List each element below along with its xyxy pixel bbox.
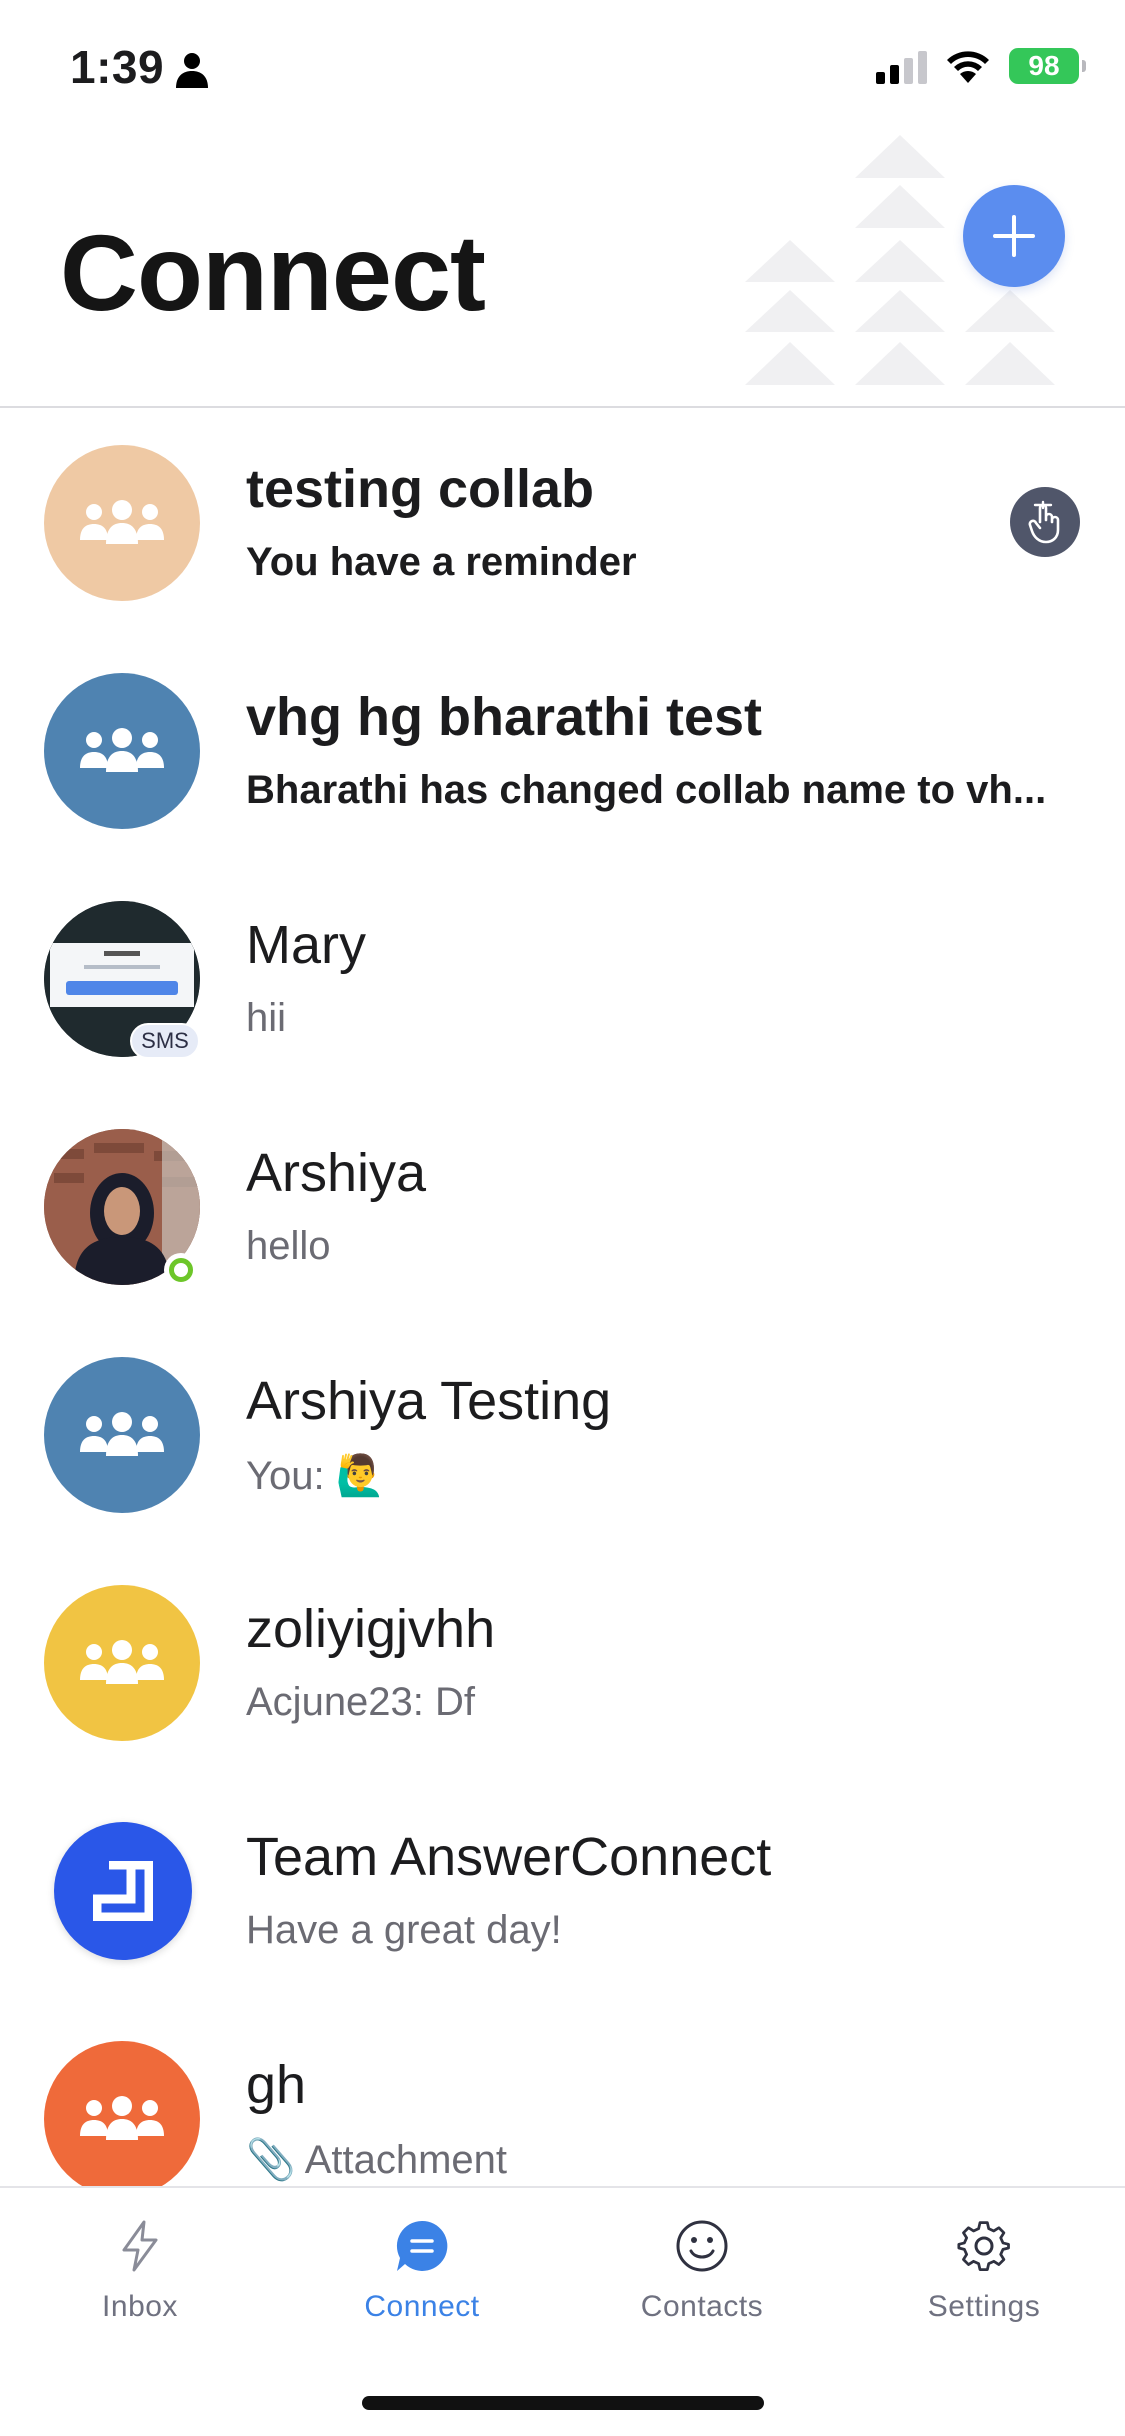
- contact-avatar: [44, 1129, 200, 1287]
- header: Connect: [0, 130, 1125, 408]
- wifi-icon: [947, 51, 989, 83]
- conversation-preview: hii: [246, 996, 287, 1040]
- tab-label: Connect: [364, 2290, 480, 2323]
- answerconnect-logo-icon: [93, 1861, 153, 1921]
- conversation-preview: You have a reminder: [246, 540, 637, 584]
- chat-bubble-icon: [394, 2218, 450, 2274]
- group-avatar: [44, 2041, 200, 2190]
- smiley-icon: [674, 2218, 730, 2274]
- group-icon: [80, 728, 164, 772]
- battery-indicator: 98: [1009, 48, 1086, 84]
- cellular-signal-icon: [876, 48, 927, 84]
- conversation-row[interactable]: zoliyigjvhh Acjune23: Df: [0, 1550, 1125, 1778]
- conversation-preview: Bharathi has changed collab name to vh..…: [246, 768, 1047, 812]
- group-avatar: [44, 445, 200, 601]
- conversation-row[interactable]: SMS Mary hii: [0, 866, 1125, 1094]
- contact-avatar: SMS: [44, 901, 200, 1059]
- conversation-row[interactable]: testing collab You have a reminder: [0, 410, 1125, 638]
- answerconnect-logo-avatar: [54, 1822, 192, 1960]
- status-time: 1:39: [70, 41, 165, 93]
- conversation-preview: Have a great day!: [246, 1908, 562, 1952]
- connect-screen: 1:39 98 Connect testing collab You have …: [0, 0, 1125, 2436]
- conversation-title: Mary: [246, 915, 366, 975]
- conversation-row[interactable]: vhg hg bharathi test Bharathi has change…: [0, 638, 1125, 866]
- battery-level: 98: [1028, 50, 1060, 81]
- conversation-title: zoliyigjvhh: [246, 1599, 496, 1659]
- conversation-preview: 📎 Attachment: [246, 2138, 508, 2182]
- tab-settings[interactable]: Settings: [884, 2218, 1084, 2368]
- conversation-title: Arshiya: [246, 1143, 427, 1203]
- person-icon: [176, 53, 208, 88]
- gear-icon: [956, 2218, 1012, 2274]
- conversation-title: testing collab: [246, 459, 595, 519]
- status-bar: 1:39 98: [0, 0, 1125, 135]
- online-status-indicator: [164, 1253, 198, 1287]
- conversation-row[interactable]: Arshiya hello: [0, 1094, 1125, 1322]
- tab-connect[interactable]: Connect: [322, 2218, 522, 2368]
- conversation-title: vhg hg bharathi test: [246, 687, 763, 747]
- group-avatar: [44, 673, 200, 829]
- bolt-icon: [112, 2218, 168, 2274]
- tab-label: Contacts: [640, 2290, 764, 2323]
- conversation-title: Arshiya Testing: [246, 1371, 612, 1431]
- plus-icon: [993, 215, 1035, 257]
- new-conversation-button[interactable]: [963, 185, 1065, 287]
- conversation-row[interactable]: Team AnswerConnect Have a great day!: [0, 1778, 1125, 2006]
- page-title: Connect: [60, 212, 486, 333]
- group-avatar: [44, 1357, 200, 1513]
- group-avatar: [44, 1585, 200, 1741]
- tab-inbox[interactable]: Inbox: [40, 2218, 240, 2368]
- reminder-hand-icon[interactable]: [1010, 487, 1080, 557]
- tab-label: Inbox: [102, 2290, 178, 2323]
- group-icon: [80, 500, 164, 544]
- conversation-preview: You: 🙋‍♂️: [246, 1454, 386, 1498]
- conversation-list: testing collab You have a reminder vhg h…: [0, 410, 1125, 2190]
- conversation-title: gh: [246, 2055, 307, 2115]
- group-icon: [80, 1640, 164, 1684]
- conversation-row[interactable]: gh 📎 Attachment: [0, 2006, 1125, 2190]
- conversation-row[interactable]: Arshiya Testing You: 🙋‍♂️: [0, 1322, 1125, 1550]
- home-indicator: [362, 2396, 764, 2410]
- tab-label: Settings: [927, 2290, 1041, 2323]
- sms-badge: SMS: [130, 1023, 200, 1059]
- conversation-preview: hello: [246, 1224, 331, 1268]
- group-icon: [80, 2096, 164, 2140]
- status-indicators: 98: [876, 48, 1086, 84]
- tab-contacts[interactable]: Contacts: [602, 2218, 802, 2368]
- group-icon: [80, 1412, 164, 1456]
- conversation-title: Team AnswerConnect: [246, 1827, 772, 1887]
- conversation-preview: Acjune23: Df: [246, 1680, 476, 1724]
